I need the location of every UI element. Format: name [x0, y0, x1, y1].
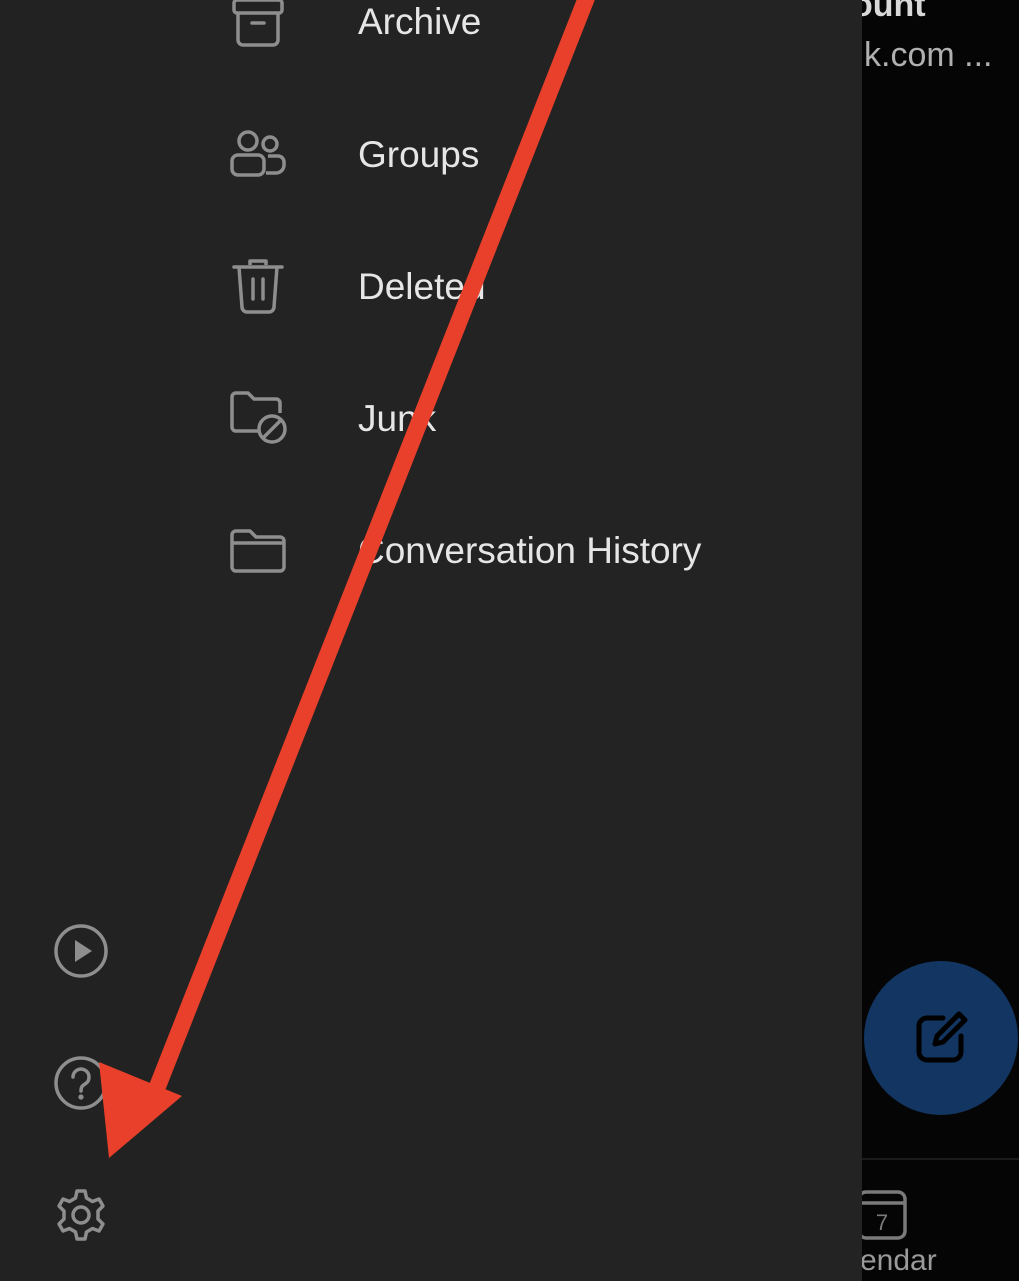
side-rail — [0, 0, 180, 1281]
folder-item-groups[interactable]: Groups — [180, 100, 862, 210]
folder-item-junk[interactable]: Junk — [180, 364, 862, 474]
folder-label: Conversation History — [358, 530, 702, 571]
junk-folder-icon — [228, 389, 288, 449]
folder-label: Junk — [358, 398, 437, 439]
calendar-tab-label: endar — [860, 1244, 937, 1277]
gear-icon — [53, 1187, 109, 1243]
compose-button[interactable] — [864, 961, 1018, 1115]
compose-icon — [913, 1010, 969, 1066]
calendar-icon[interactable]: 7 — [856, 1186, 908, 1242]
groups-icon — [228, 125, 288, 185]
settings-button[interactable] — [50, 1184, 112, 1246]
folder-item-deleted[interactable]: Deleted — [180, 232, 862, 342]
trash-icon — [228, 257, 288, 317]
account-title: ount — [852, 0, 926, 24]
play-icon — [53, 923, 109, 979]
play-button[interactable] — [50, 920, 112, 982]
folder-item-conversation-history[interactable]: Conversation History — [180, 496, 862, 606]
folder-label: Archive — [358, 1, 482, 42]
help-button[interactable] — [50, 1052, 112, 1114]
archive-icon — [228, 0, 288, 52]
app-screen: ount k.com ... 7 endar Archive Groups De… — [0, 0, 1019, 1281]
bottom-nav-divider — [862, 1158, 1019, 1160]
account-email: k.com ... — [864, 36, 993, 74]
folder-item-archive[interactable]: Archive — [180, 0, 862, 77]
help-icon — [53, 1055, 109, 1111]
folder-label: Groups — [358, 134, 480, 175]
folder-label: Deleted — [358, 266, 486, 307]
folder-drawer: Archive Groups Deleted Junk Conversation… — [180, 0, 862, 1281]
calendar-date: 7 — [876, 1210, 888, 1235]
folder-icon — [228, 521, 288, 581]
